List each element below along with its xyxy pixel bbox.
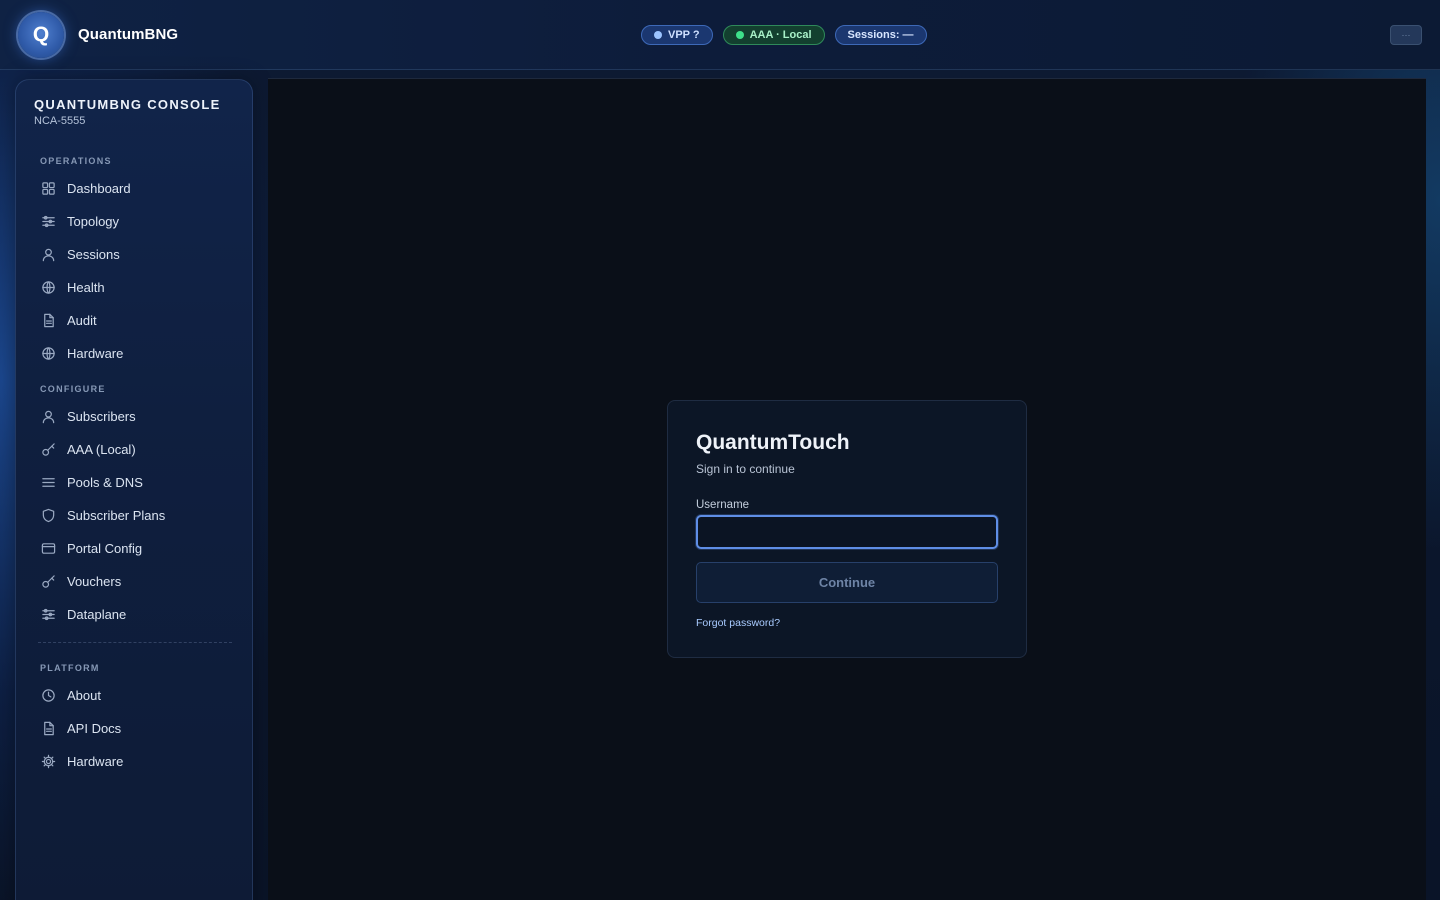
sessions-status-label: Sessions: — <box>847 29 914 41</box>
sidebar-item-vouchers[interactable]: Vouchers <box>40 569 240 593</box>
console-device-id: NCA-5555 <box>34 115 86 127</box>
more-dots-icon: ··· <box>1401 29 1411 40</box>
username-label: Username <box>696 499 750 511</box>
window-icon <box>40 540 56 556</box>
aaa-status-badge[interactable]: AAA · Local <box>722 25 825 45</box>
sessions-status-badge[interactable]: Sessions: — <box>834 25 927 45</box>
sidebar-item-sessions[interactable]: Sessions <box>40 242 240 266</box>
vpp-status-label: VPP ? <box>668 29 700 41</box>
sidebar-item-label: Portal Config <box>67 540 143 556</box>
login-subtitle: Sign in to continue <box>696 462 795 476</box>
sidebar-item-label: API Docs <box>67 720 122 736</box>
list-icon <box>40 474 56 490</box>
sidebar-item-label: Subscriber Plans <box>67 507 166 523</box>
sidebar-item-audit[interactable]: Audit <box>40 308 240 332</box>
sidebar-item-label: Dataplane <box>67 606 127 622</box>
sidebar-item-platform-hardware[interactable]: Hardware <box>40 749 240 773</box>
sidebar-item-label: Sessions <box>67 246 120 262</box>
vpp-status-dot-icon <box>654 31 662 39</box>
sidebar-item-label: Subscribers <box>67 408 136 424</box>
sidebar-item-label: Vouchers <box>67 573 122 589</box>
forgot-password-link[interactable]: Forgot password? <box>696 617 780 629</box>
sidebar-item-portal-config[interactable]: Portal Config <box>40 536 240 560</box>
gear-icon <box>40 753 56 769</box>
vpp-status-badge[interactable]: VPP ? <box>641 25 713 45</box>
sidebar-item-label: Hardware <box>67 345 124 361</box>
sidebar-item-topology[interactable]: Topology <box>40 209 240 233</box>
sidebar-item-label: Topology <box>67 213 120 229</box>
sidebar-item-dataplane[interactable]: Dataplane <box>40 602 240 626</box>
grid-icon <box>40 180 56 196</box>
brand-logo-letter: Q <box>32 23 50 46</box>
shield-icon <box>40 507 56 523</box>
section-label-configure: CONFIGURE <box>40 384 106 394</box>
sidebar-item-label: Dashboard <box>67 180 131 196</box>
sliders-icon <box>40 606 56 622</box>
user-icon <box>40 408 56 424</box>
sliders-icon <box>40 213 56 229</box>
key-icon <box>40 573 56 589</box>
sidebar: QUANTUMBNG CONSOLE NCA-5555 OPERATIONS D… <box>15 79 253 900</box>
sidebar-item-label: About <box>67 687 101 703</box>
brand-name[interactable]: QuantumBNG <box>78 26 178 43</box>
aaa-status-dot-icon <box>735 31 744 39</box>
sidebar-divider <box>38 642 232 643</box>
clock-icon <box>40 687 56 703</box>
sidebar-item-hardware[interactable]: Hardware <box>40 341 240 365</box>
login-card: QuantumTouch Sign in to continue Usernam… <box>667 400 1027 658</box>
sidebar-item-health[interactable]: Health <box>40 275 240 299</box>
continue-button[interactable]: Continue <box>696 562 998 603</box>
sidebar-item-subscriber-plans[interactable]: Subscriber Plans <box>40 503 240 527</box>
key-icon <box>40 441 56 457</box>
top-bar: Q QuantumBNG VPP ? AAA · Local Sessions:… <box>0 0 1440 70</box>
globe-icon <box>40 345 56 361</box>
main-content: QuantumTouch Sign in to continue Usernam… <box>268 78 1426 900</box>
username-input[interactable] <box>696 515 998 549</box>
sidebar-item-label: Health <box>67 279 105 295</box>
section-label-operations: OPERATIONS <box>40 156 112 166</box>
document-icon <box>40 720 56 736</box>
sidebar-item-subscribers[interactable]: Subscribers <box>40 404 240 428</box>
sidebar-item-label: Hardware <box>67 753 124 769</box>
sidebar-item-about[interactable]: About <box>40 683 240 707</box>
console-title: QUANTUMBNG CONSOLE <box>34 97 221 112</box>
user-icon <box>40 246 56 262</box>
sidebar-item-dashboard[interactable]: Dashboard <box>40 176 240 200</box>
sidebar-item-label: Pools & DNS <box>67 474 143 490</box>
aaa-status-label: AAA · Local <box>749 29 812 41</box>
sidebar-item-label: Audit <box>67 312 97 328</box>
brand-logo[interactable]: Q <box>18 12 64 58</box>
sidebar-item-label: AAA (Local) <box>67 441 136 457</box>
sidebar-item-api-docs[interactable]: API Docs <box>40 716 240 740</box>
sidebar-item-pools-dns[interactable]: Pools & DNS <box>40 470 240 494</box>
sidebar-item-aaa-local[interactable]: AAA (Local) <box>40 437 240 461</box>
login-title: QuantumTouch <box>696 431 850 454</box>
status-badges: VPP ? AAA · Local Sessions: — <box>641 25 927 45</box>
document-icon <box>40 312 56 328</box>
section-label-platform: PLATFORM <box>40 663 100 673</box>
globe-icon <box>40 279 56 295</box>
top-menu-button[interactable]: ··· <box>1390 25 1422 45</box>
